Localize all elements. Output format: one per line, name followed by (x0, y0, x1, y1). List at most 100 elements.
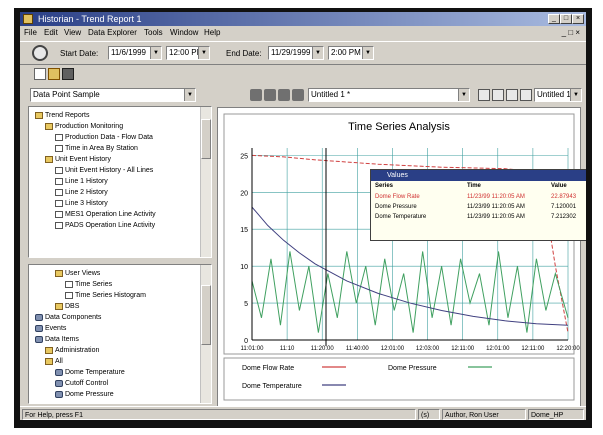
tree-bottom-scrollbar[interactable] (200, 265, 211, 403)
tree-item-label: All (55, 358, 63, 365)
zoom-in-icon[interactable] (250, 89, 262, 101)
legend-label: Dome Flow Rate (242, 365, 294, 372)
tree-item-label: Unit Event History (55, 156, 112, 163)
pan-icon[interactable] (278, 89, 290, 101)
menu-window[interactable]: Window (170, 28, 198, 37)
close-button[interactable]: × (572, 14, 584, 24)
values-cell-time: 11/23/99 11:20:05 AM (467, 214, 525, 220)
gear-icon (55, 379, 63, 387)
reset-icon[interactable] (292, 89, 304, 101)
tree-item[interactable]: Production Monitoring (45, 122, 123, 132)
print-icon[interactable] (62, 68, 74, 80)
tree-item[interactable]: Production Data - Flow Data (55, 133, 153, 143)
tree-item-label: Dome Pressure (65, 391, 114, 398)
status-user: Author, Ron User (442, 409, 526, 420)
new-icon[interactable] (34, 68, 46, 80)
values-popup-title[interactable]: Values (371, 170, 586, 181)
values-icon[interactable] (520, 89, 532, 101)
refresh-icon[interactable] (32, 45, 48, 61)
tree-item-label: Unit Event History - All Lines (65, 167, 154, 174)
tree-item[interactable]: Time Series Histogram (65, 291, 146, 301)
start-time-select[interactable]: 12:00 PM ▼ (166, 46, 210, 60)
title-bar[interactable]: Historian - Trend Report 1 _ □ × (20, 12, 586, 26)
open-icon[interactable] (48, 68, 60, 80)
legend-icon[interactable] (492, 89, 504, 101)
doc-icon (55, 221, 63, 229)
tree-item[interactable]: MES1 Operation Line Activity (55, 210, 156, 220)
tree-item[interactable]: Line 3 History (55, 199, 108, 209)
tree-item[interactable]: Events (35, 324, 66, 334)
tree-item[interactable]: Cutoff Control (55, 379, 108, 389)
tree-item[interactable]: Unit Event History (45, 155, 111, 165)
y-tick-label: 20 (240, 190, 248, 197)
chart-template-select[interactable]: Untitled 1 * ▼ (534, 88, 582, 102)
mdi-controls[interactable]: _ □ × (562, 28, 580, 37)
values-cell-series: Dome Flow Rate (375, 194, 420, 200)
values-header-time: Time (467, 183, 481, 189)
date-toolbar: Start Date: 11/6/1999 ▼ 12:00 PM ▼ End Dat… (20, 41, 586, 65)
tree-item-label: Production Monitoring (55, 123, 124, 130)
tree-item[interactable]: Data Items (35, 335, 79, 345)
y-tick-label: 0 (244, 338, 248, 345)
chart-view-select[interactable]: Untitled 1 * ▼ (308, 88, 470, 102)
chart-window: Time Series Analysis 0 5 10 15 20 25 11:01:00 1… (217, 107, 581, 407)
gear-icon (35, 335, 43, 343)
tree-item[interactable]: PADS Operation Line Activity (55, 221, 155, 231)
tree-item[interactable]: Line 2 History (55, 188, 108, 198)
doc-icon (55, 210, 63, 218)
tree-item-label: Line 2 History (65, 189, 108, 196)
values-header-value: Value (551, 183, 567, 189)
menu-data-explorer[interactable]: Data Explorer (88, 28, 137, 37)
tree-item[interactable]: Dome Temperature (55, 368, 125, 378)
values-cell-series: Dome Temperature (375, 214, 427, 220)
y-tick-label: 25 (240, 153, 248, 160)
tree-item-label: Line 3 History (65, 200, 108, 207)
legend-label: Dome Pressure (388, 365, 437, 372)
values-cell-value: 7.212302 (551, 214, 577, 220)
tree-item[interactable]: Data Components (35, 313, 101, 323)
tree-item[interactable]: Trend Reports (35, 111, 89, 121)
data-point-select[interactable]: Data Point Sample ▼ (30, 88, 196, 102)
start-date-select[interactable]: 11/6/1999 ▼ (108, 46, 162, 60)
y-tick-label: 10 (240, 264, 248, 271)
x-tick-label: 11:40:00 (346, 346, 370, 352)
tree-item[interactable]: Administration (45, 346, 99, 356)
end-date-select[interactable]: 11/29/1999 ▼ (268, 46, 324, 60)
end-time-select[interactable]: 2:00 PM ▼ (328, 46, 374, 60)
minimize-button[interactable]: _ (548, 14, 560, 24)
menu-help[interactable]: Help (204, 28, 220, 37)
menu-tools[interactable]: Tools (144, 28, 163, 37)
axis-icon[interactable] (478, 89, 490, 101)
values-cell-series: Dome Pressure (375, 204, 417, 210)
tree-item[interactable]: All (45, 357, 63, 367)
tree-item[interactable]: User Views (55, 269, 100, 279)
tree-top-scrollbar[interactable] (200, 107, 211, 257)
gear-icon (55, 368, 63, 376)
x-tick-label: 11:20:00 (311, 346, 335, 352)
gear-icon (35, 313, 43, 321)
x-tick-label: 12:01:00 (381, 346, 405, 352)
tree-item-label: User Views (65, 270, 101, 277)
gear-icon (35, 324, 43, 332)
time-series-chart[interactable]: Time Series Analysis 0 5 10 15 20 25 11:01:00 1… (218, 108, 580, 406)
doc-icon (55, 188, 63, 196)
folder-icon (45, 155, 53, 163)
application-window: Historian - Trend Report 1 _ □ × File Ed… (20, 12, 586, 420)
menu-edit[interactable]: Edit (44, 28, 58, 37)
tree-item[interactable]: Unit Event History - All Lines (55, 166, 153, 176)
tree-item-label: Line 1 History (65, 178, 108, 185)
values-popup[interactable]: Values Series Time Value Dome Flow Rate 1… (370, 169, 586, 241)
tree-item[interactable]: Line 1 History (55, 177, 108, 187)
tree-item[interactable]: Time in Area By Station (55, 144, 138, 154)
tree-item[interactable]: Time Series (65, 280, 112, 290)
tree-item-label: Dome Temperature (65, 369, 125, 376)
maximize-button[interactable]: □ (560, 14, 572, 24)
tree-item-label: Time Series Histogram (75, 292, 146, 299)
grid-icon[interactable] (506, 89, 518, 101)
menu-view[interactable]: View (64, 28, 81, 37)
tree-item[interactable]: Dome Pressure (55, 390, 114, 400)
tree-item[interactable]: DBS (55, 302, 79, 312)
menu-file[interactable]: File (24, 28, 37, 37)
tree-item-label: MES1 Operation Line Activity (65, 211, 156, 218)
zoom-out-icon[interactable] (264, 89, 276, 101)
